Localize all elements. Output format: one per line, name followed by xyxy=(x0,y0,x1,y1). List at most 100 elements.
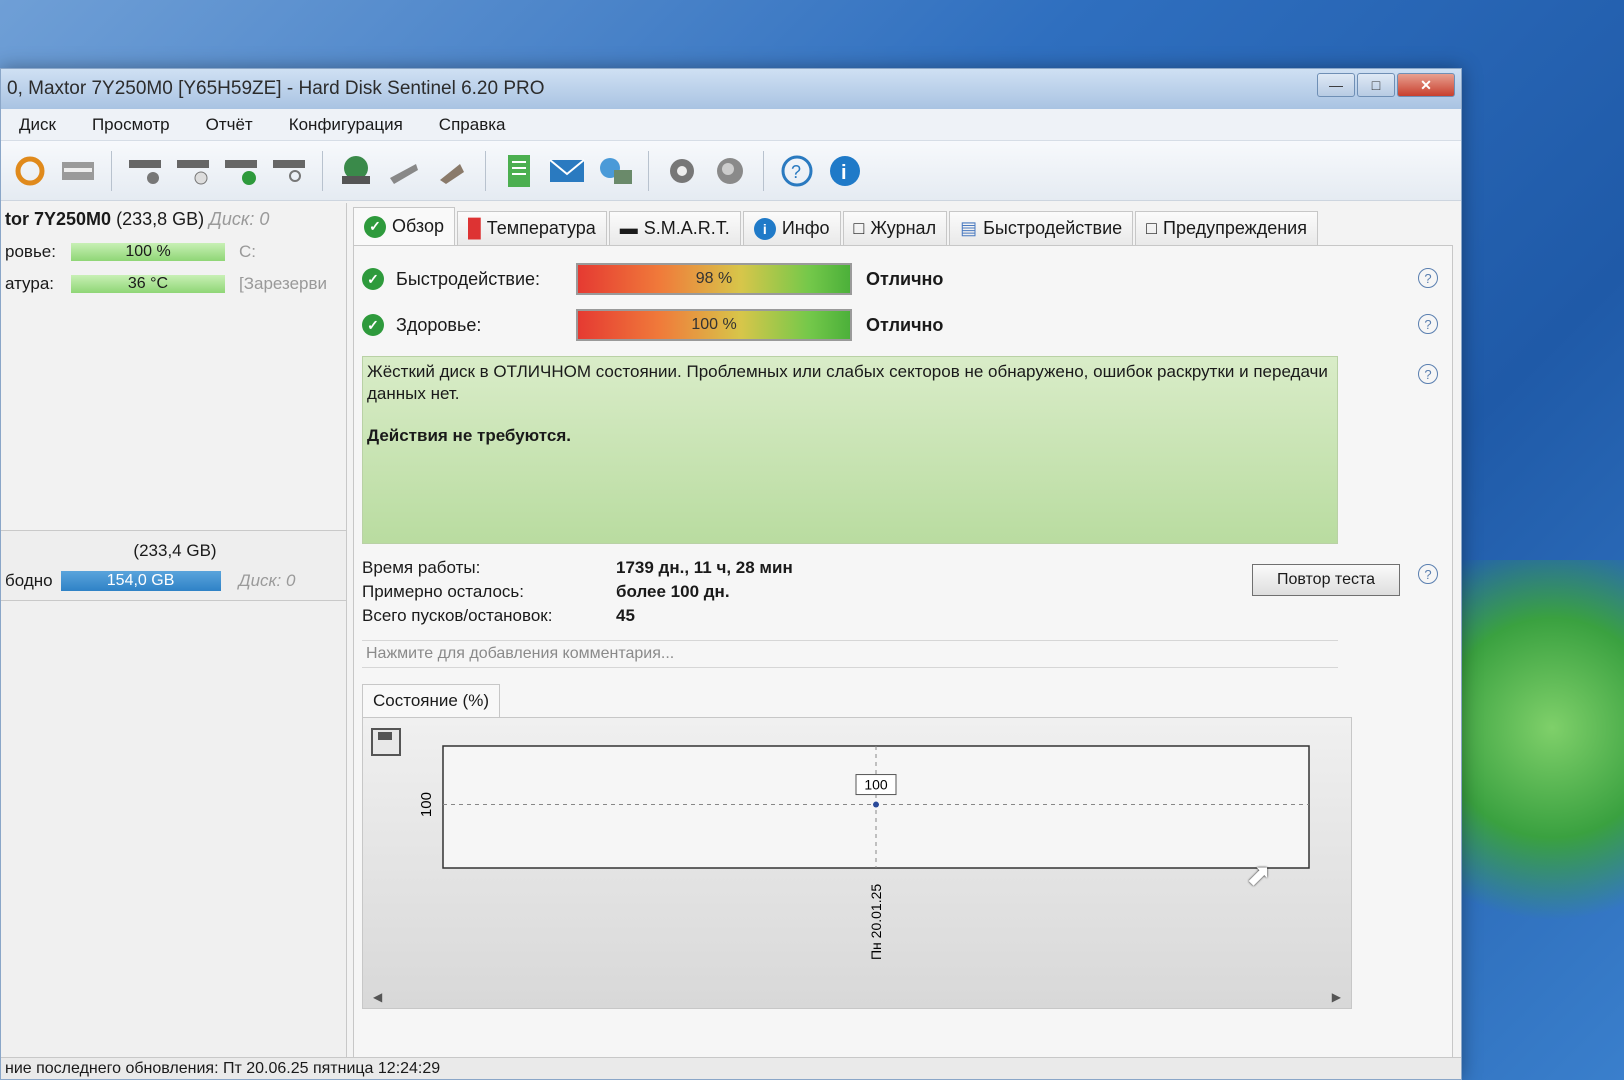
y-tick-label: 100 xyxy=(418,792,435,817)
menu-config[interactable]: Конфигурация xyxy=(271,115,421,135)
sound-icon[interactable] xyxy=(709,150,751,192)
menu-disk[interactable]: Диск xyxy=(1,115,74,135)
info-icon[interactable]: i xyxy=(824,150,866,192)
email-icon[interactable] xyxy=(546,150,588,192)
refresh-icon[interactable] xyxy=(9,150,51,192)
ok-icon: ✓ xyxy=(364,215,386,238)
uptime-label: Время работы: xyxy=(362,558,481,577)
toolbar-separator xyxy=(485,150,486,191)
app-window: 0, Maxtor 7Y250M0 [Y65H59ZE] - Hard Disk… xyxy=(0,68,1462,1080)
starts-label: Всего пусков/остановок: xyxy=(362,606,553,625)
health-row: ✓ Здоровье: 100 % Отлично ? xyxy=(362,302,1444,348)
warning-icon: □ xyxy=(1146,218,1158,238)
performance-ok-icon: ✓ xyxy=(362,268,384,290)
partition-disk-number: Диск: 0 xyxy=(238,571,296,590)
health-label: Здоровье: xyxy=(396,314,482,335)
network-disk-icon[interactable] xyxy=(335,150,377,192)
disk-model: tor 7Y250M0 xyxy=(5,209,112,229)
disk-tools-icon[interactable] xyxy=(124,150,166,192)
network-icon[interactable] xyxy=(594,150,636,192)
performance-row: ✓ Быстродействие: 98 % Отлично ? xyxy=(362,256,1444,302)
usb-disk-icon[interactable] xyxy=(431,150,473,192)
report-icon[interactable] xyxy=(498,150,540,192)
retest-button[interactable]: Повтор теста xyxy=(1252,564,1400,596)
tab-performance[interactable]: ▤ Быстродействие xyxy=(949,211,1134,245)
desktop-wallpaper-deco xyxy=(1444,560,1624,980)
toolbar-separator xyxy=(322,150,323,191)
tab-overview[interactable]: ✓ Обзор xyxy=(353,207,455,245)
temperature-note: [Зарезерви xyxy=(239,274,328,293)
svg-text:i: i xyxy=(841,162,847,184)
tab-health-chart[interactable]: Состояние (%) xyxy=(362,684,500,717)
help-icon[interactable]: ? xyxy=(1418,364,1438,384)
health-ok-icon: ✓ xyxy=(362,314,384,336)
comment-field[interactable]: Нажмите для добавления комментария... xyxy=(362,640,1338,668)
health-chart-area: 100 100 Пн 20.01.25 ◀ ▶ xyxy=(362,717,1352,1009)
tab-label: Предупреждения xyxy=(1163,218,1307,238)
health-bar: 100 % xyxy=(71,243,225,261)
partition-entry[interactable]: (233,4 GB) бодно 154,0 GB Диск: 0 xyxy=(1,531,346,601)
disk-number: Диск: 0 xyxy=(209,209,270,229)
disk-search-icon[interactable] xyxy=(268,150,310,192)
toolbar-separator xyxy=(648,150,649,191)
menu-help[interactable]: Справка xyxy=(421,115,524,135)
status-bar: ние последнего обновления: Пт 20.06.25 п… xyxy=(1,1057,1461,1079)
tab-label: S.M.A.R.T. xyxy=(643,218,730,238)
tab-label: Быстродействие xyxy=(983,218,1123,238)
disk-entry[interactable]: tor 7Y250M0 (233,8 GB) Диск: 0 ровье: 10… xyxy=(1,203,346,531)
tab-warnings[interactable]: □ Предупреждения xyxy=(1135,211,1318,245)
health-rating: Отлично xyxy=(866,314,944,335)
tab-label: Обзор xyxy=(392,216,444,236)
temperature-label: атура: xyxy=(5,274,54,293)
eject-icon[interactable] xyxy=(383,150,425,192)
tab-label: Журнал xyxy=(870,218,937,238)
toolbar-separator xyxy=(111,150,112,191)
help-icon[interactable]: ? xyxy=(1418,268,1438,288)
x-tick-label: Пн 20.01.25 xyxy=(868,884,884,960)
chart-scroll-left[interactable]: ◀ xyxy=(373,990,382,1004)
starts-value: 45 xyxy=(616,606,635,625)
minimize-button[interactable]: — xyxy=(1317,73,1355,97)
tab-log[interactable]: □ Журнал xyxy=(842,211,948,245)
log-icon: □ xyxy=(853,218,865,238)
help-icon[interactable]: ? xyxy=(776,150,818,192)
disk-schedule-icon[interactable] xyxy=(172,150,214,192)
action-text: Действия не требуются. xyxy=(367,426,571,445)
tab-temperature[interactable]: █ Температура xyxy=(457,211,607,245)
svg-text:?: ? xyxy=(791,162,801,182)
menu-bar: Диск Просмотр Отчёт Конфигурация Справка xyxy=(1,109,1461,141)
performance-label: Быстродействие: xyxy=(396,268,541,289)
remaining-label: Примерно осталось: xyxy=(362,582,524,601)
disk-ok-icon[interactable] xyxy=(220,150,262,192)
uptime-value: 1739 дн., 11 ч, 28 мин xyxy=(616,558,793,577)
temperature-row: атура: 36 °C [Зарезерви xyxy=(5,274,342,294)
title-bar[interactable]: 0, Maxtor 7Y250M0 [Y65H59ZE] - Hard Disk… xyxy=(1,69,1461,109)
chart-scroll-right[interactable]: ▶ xyxy=(1332,990,1341,1004)
health-chart: 100 100 Пн 20.01.25 xyxy=(418,745,1310,960)
window-title: 0, Maxtor 7Y250M0 [Y65H59ZE] - Hard Disk… xyxy=(7,78,545,99)
health-bar: 100 % xyxy=(576,309,852,341)
tab-info[interactable]: i Инфо xyxy=(742,211,841,245)
maximize-button[interactable]: □ xyxy=(1357,73,1395,97)
menu-view[interactable]: Просмотр xyxy=(74,115,188,135)
partition-size: (233,4 GB) xyxy=(133,541,217,560)
mouse-cursor-icon: ⬈ xyxy=(1246,859,1272,892)
performance-rating: Отлично xyxy=(866,268,944,289)
tab-label: Инфо xyxy=(781,218,830,238)
settings-icon[interactable] xyxy=(661,150,703,192)
close-button[interactable]: ✕ xyxy=(1397,73,1455,97)
disk-size: (233,8 GB) xyxy=(116,209,205,229)
tab-smart[interactable]: ▬ S.M.A.R.T. xyxy=(608,211,741,245)
data-point xyxy=(873,801,879,808)
thermometer-icon: █ xyxy=(468,218,481,238)
drive-icon[interactable] xyxy=(57,150,99,192)
menu-report[interactable]: Отчёт xyxy=(188,115,271,135)
status-text: Жёсткий диск в ОТЛИЧНОМ состоянии. Пробл… xyxy=(367,362,1328,403)
free-space-bar: 154,0 GB xyxy=(60,571,221,591)
tab-label: Температура xyxy=(486,218,596,238)
performance-icon: ▤ xyxy=(960,218,978,238)
help-icon[interactable]: ? xyxy=(1418,314,1438,334)
health-row: ровье: 100 % C: xyxy=(5,242,342,262)
toolbar-separator xyxy=(763,150,764,191)
help-icon[interactable]: ? xyxy=(1418,564,1438,584)
